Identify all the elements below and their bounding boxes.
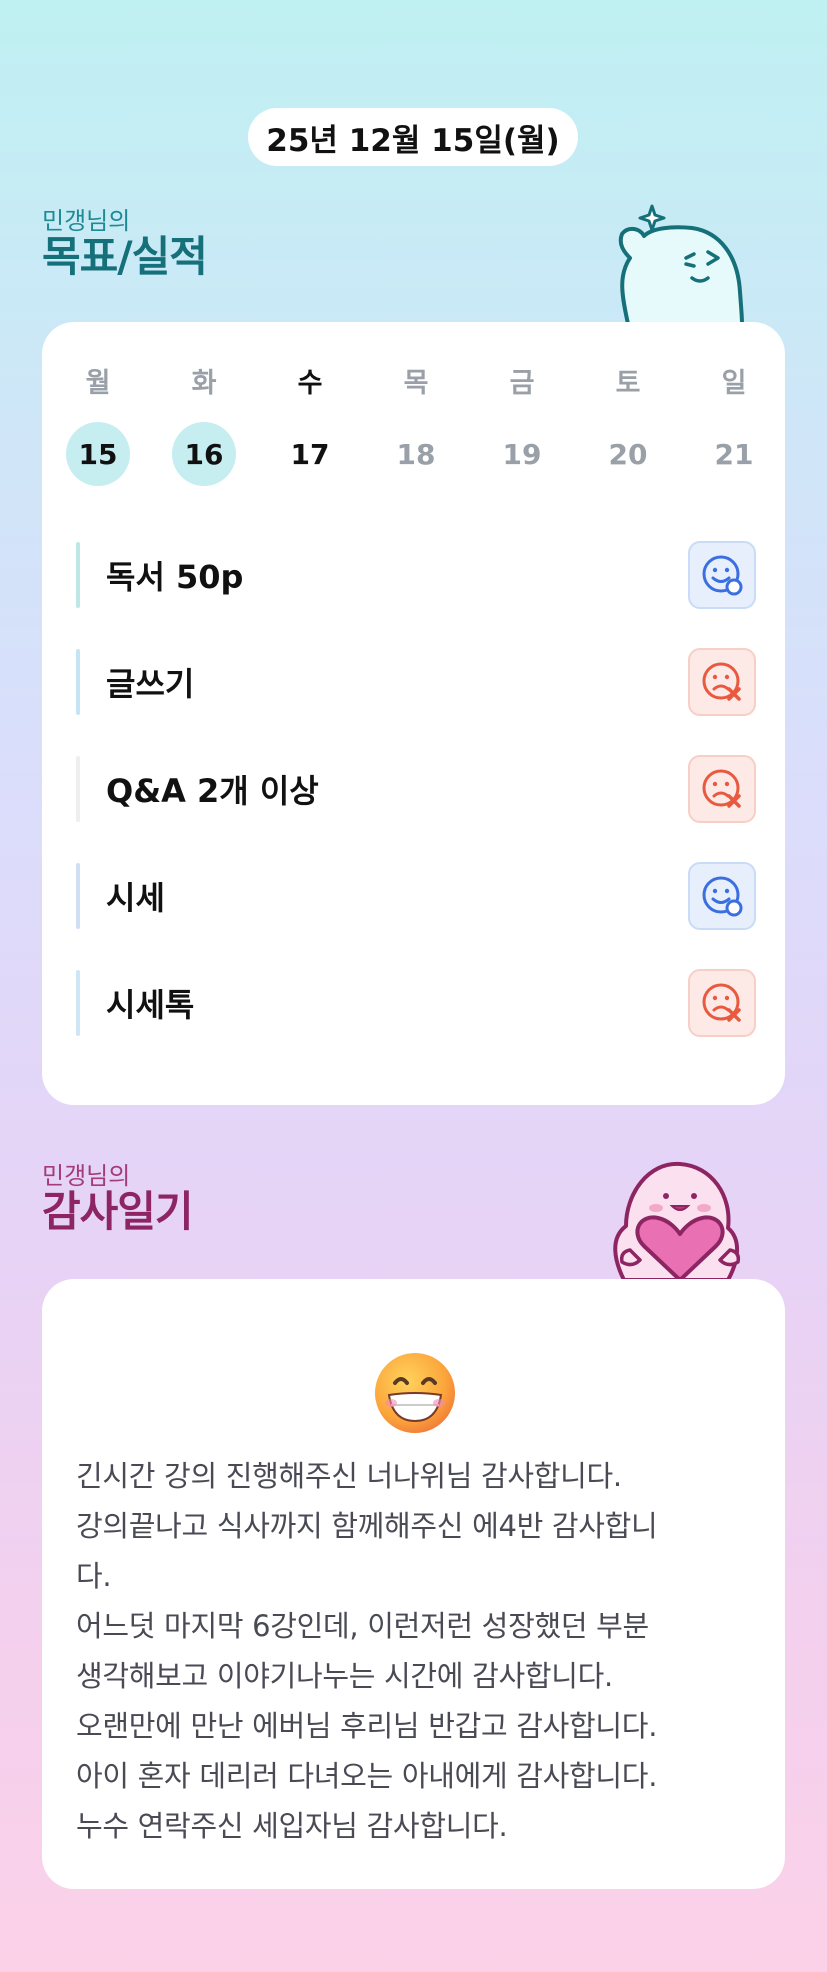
goal-label: Q&A 2개 이상 — [106, 772, 319, 810]
status-failed-badge[interactable] — [688, 648, 756, 716]
goals-section-subtitle: 민갱님의 — [42, 207, 131, 235]
diary-section-subtitle: 민갱님의 — [42, 1162, 131, 1190]
goal-label: 시세 — [106, 879, 165, 917]
day-name: 월 — [85, 368, 111, 399]
goal-color-bar — [76, 863, 80, 929]
day-mon[interactable]: 월 15 — [66, 368, 130, 486]
goal-label: 시세톡 — [106, 986, 195, 1024]
goal-item[interactable]: 시세톡 — [76, 969, 756, 1037]
day-number: 19 — [502, 437, 542, 471]
cheering-mascot-illustration — [618, 204, 744, 326]
day-number: 18 — [396, 437, 436, 471]
status-achieved-badge[interactable] — [688, 862, 756, 930]
diary-card: 긴시간 강의 진행해주신 너나위님 감사합니다. 강의끝나고 식사까지 함께해주… — [42, 1279, 785, 1889]
goal-item[interactable]: Q&A 2개 이상 — [76, 755, 756, 823]
goal-color-bar — [76, 970, 80, 1036]
day-name: 목 — [403, 368, 429, 399]
goal-color-bar — [76, 756, 80, 822]
goals-card: 월 15 화 16 수 17 목 18 금 19 토 20 일 21 독서 50… — [42, 322, 785, 1105]
diary-section-title: 민갱님의 감사일기 — [42, 1162, 194, 1236]
goal-item[interactable]: 글쓰기 — [76, 648, 756, 716]
heart-mascot-illustration — [613, 1161, 741, 1280]
day-name: 수 — [297, 368, 323, 399]
day-wed[interactable]: 수 17 — [278, 368, 342, 486]
sad-x-icon — [702, 662, 741, 701]
day-fri[interactable]: 금 19 — [490, 368, 554, 486]
goal-color-bar — [76, 649, 80, 715]
day-name: 금 — [509, 368, 535, 399]
day-thu[interactable]: 목 18 — [384, 368, 448, 486]
goals-section-heading: 목표/실적 — [42, 232, 208, 281]
diary-section-heading: 감사일기 — [42, 1187, 194, 1236]
goal-item[interactable]: 시세 — [76, 862, 756, 930]
day-number: 21 — [714, 437, 754, 471]
goals-section-title: 민갱님의 목표/실적 — [42, 207, 208, 281]
day-number: 16 — [172, 422, 236, 486]
day-sun[interactable]: 일 21 — [702, 368, 766, 486]
sad-x-icon — [702, 769, 741, 808]
day-sat[interactable]: 토 20 — [596, 368, 660, 486]
day-name: 토 — [615, 368, 641, 399]
goal-label: 독서 50p — [106, 558, 244, 596]
day-number: 17 — [290, 437, 330, 471]
goal-color-bar — [76, 542, 80, 608]
day-name: 화 — [191, 368, 217, 399]
date-display: 25년 12월 15일(월) — [248, 108, 578, 166]
week-calendar: 월 15 화 16 수 17 목 18 금 19 토 20 일 21 — [66, 368, 766, 486]
diary-entry-text: 긴시간 강의 진행해주신 너나위님 감사합니다. 강의끝나고 식사까지 함께해주… — [76, 1459, 658, 1843]
goal-item[interactable]: 독서 50p — [76, 541, 756, 609]
goal-label: 글쓰기 — [106, 665, 195, 703]
day-number: 15 — [66, 422, 130, 486]
smile-check-icon — [702, 555, 743, 596]
status-failed-badge[interactable] — [688, 969, 756, 1037]
day-number: 20 — [608, 437, 648, 471]
status-achieved-badge[interactable] — [688, 541, 756, 609]
sad-x-icon — [702, 983, 741, 1022]
smile-check-icon — [702, 876, 743, 917]
day-name: 일 — [721, 368, 747, 399]
day-tue[interactable]: 화 16 — [172, 368, 236, 486]
grinning-face-emoji-icon — [375, 1353, 455, 1433]
status-failed-badge[interactable] — [688, 755, 756, 823]
